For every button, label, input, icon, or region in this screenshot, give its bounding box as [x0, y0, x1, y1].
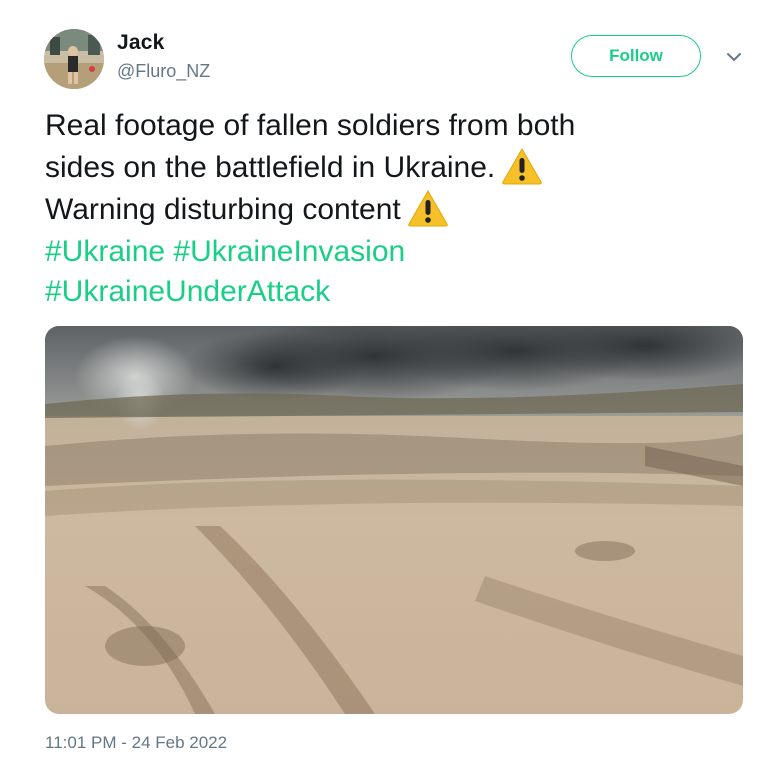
- display-name[interactable]: Jack: [117, 31, 165, 55]
- tweet-text: Real footage of fallen soldiers from bot…: [45, 105, 705, 311]
- video-still-image: [45, 326, 743, 714]
- chevron-down-icon[interactable]: [724, 49, 744, 65]
- hashtag-link[interactable]: #Ukraine: [45, 235, 165, 268]
- tweet-timestamp[interactable]: 11:01 PM - 24 Feb 2022: [45, 733, 227, 753]
- tweet-video[interactable]: [45, 326, 743, 714]
- tweet-card: Jack @Fluro_NZ Follow Real footage of fa…: [0, 0, 776, 760]
- avatar[interactable]: [44, 29, 104, 89]
- tweet-line-1-text: Real footage of fallen soldiers from bot…: [45, 109, 576, 142]
- follow-button[interactable]: Follow: [571, 35, 701, 77]
- tweet-line-3-text: Warning disturbing content: [45, 193, 401, 226]
- avatar-photo: [44, 29, 104, 89]
- tweet-line-1: Real footage of fallen soldiers from bot…: [45, 105, 705, 147]
- user-handle[interactable]: @Fluro_NZ: [117, 61, 210, 82]
- hashtag-line-2: #UkraineUnderAttack: [45, 271, 705, 311]
- warning-emoji-icon: [501, 147, 543, 185]
- hashtag-line-1: #Ukraine #UkraineInvasion: [45, 231, 705, 271]
- tweet-line-2-text: sides on the battlefield in Ukraine.: [45, 151, 496, 184]
- tweet-line-3: Warning disturbing content: [45, 189, 705, 231]
- hashtag-link[interactable]: #UkraineInvasion: [173, 235, 405, 268]
- tweet-line-2: sides on the battlefield in Ukraine.: [45, 147, 705, 189]
- warning-emoji-icon: [407, 189, 449, 227]
- hashtag-link[interactable]: #UkraineUnderAttack: [45, 275, 330, 308]
